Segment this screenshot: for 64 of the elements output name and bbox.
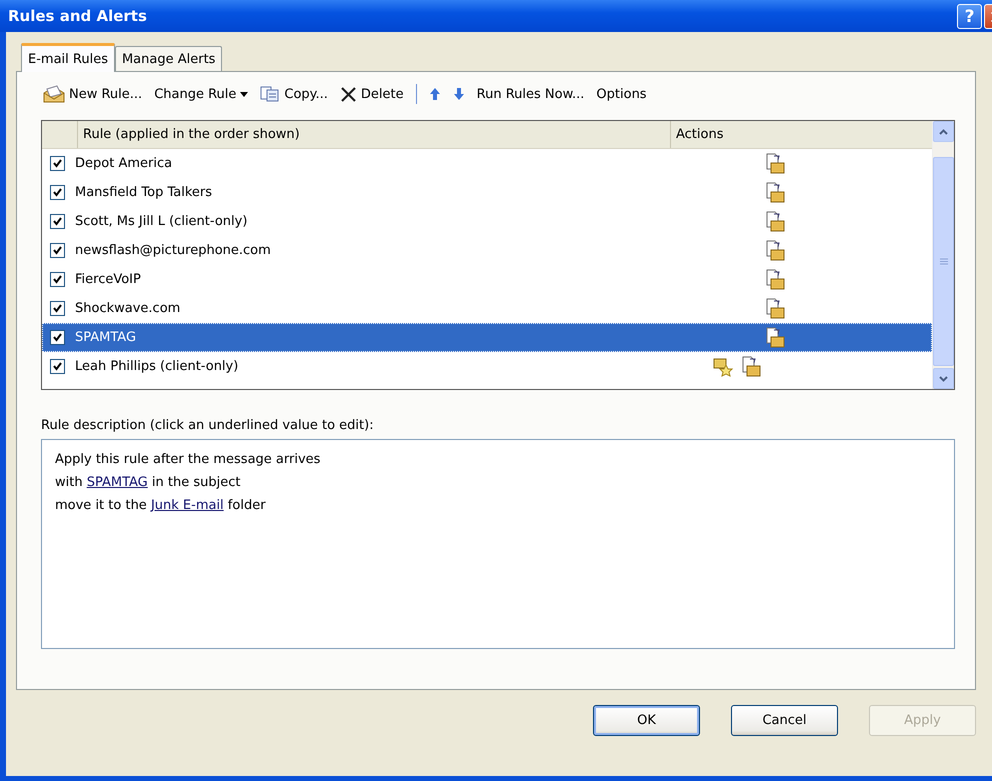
scroll-down-icon [939,376,948,382]
checkbox[interactable] [50,330,65,345]
envelope-icon [43,85,65,103]
checkbox[interactable] [50,156,65,171]
rule-row[interactable]: Scott, Ms Jill L (client-only) [42,207,932,236]
rule-row[interactable]: SPAMTAG [42,323,932,352]
move-to-folder-icon [765,210,785,232]
grip-icon [940,258,948,265]
toolbar-button[interactable]: Change Rule [154,86,248,102]
link[interactable]: Junk E-mail [150,498,224,513]
toolbar-button[interactable]: Run Rules Now... [476,86,584,102]
move-to-folder-icon [765,298,785,320]
up-arrow-icon [428,87,441,101]
window-title: Rules and Alerts [8,7,147,25]
link[interactable]: SPAMTAG [86,475,148,490]
rule-name: SPAMTAG [75,330,138,345]
move-to-folder-icon [765,152,785,174]
scroll-up-icon [939,128,948,134]
rule-row[interactable]: FierceVoIP [42,265,932,294]
rule-name: Leah Phillips (client-only) [75,359,240,374]
move-to-folder-icon [765,268,785,290]
description-line: move it to the Junk E-mail folder [55,497,267,515]
description-line: with SPAMTAG in the subject [55,474,242,492]
rule-row[interactable]: Mansfield Top Talkers [42,178,932,207]
checkbox[interactable] [50,359,65,374]
copy-icon [260,86,280,102]
checkbox[interactable] [50,214,65,229]
dialog-button[interactable]: OK [593,705,700,736]
checkbox[interactable] [50,243,65,258]
down-arrow-icon [452,87,465,101]
move-to-folder-icon [765,326,785,348]
move-down-button[interactable] [452,87,465,101]
checkbox[interactable] [50,301,65,316]
checkbox[interactable] [50,185,65,200]
delete-icon [340,86,357,102]
tab[interactable]: Manage Alerts [114,46,222,71]
rule-row[interactable]: Leah Phillips (client-only) [42,352,932,381]
scrollbar[interactable] [932,121,954,389]
description-line: Apply this rule after the message arrives [55,451,322,469]
help-button[interactable]: ? [957,4,982,29]
move-to-folder-icon [741,356,761,378]
rule-name: Shockwave.com [75,301,182,316]
rule-name: Depot America [75,156,174,171]
rule-name: Scott, Ms Jill L (client-only) [75,214,248,229]
toolbar-button[interactable]: Delete [340,86,404,102]
scroll-thumb[interactable] [933,157,954,366]
move-to-folder-icon [765,182,785,204]
column-header[interactable]: Rule (applied in the order shown) [77,121,670,148]
toolbar-button[interactable]: Copy... [260,86,328,102]
rule-name: FierceVoIP [75,272,142,287]
rule-row[interactable]: newsflash@picturephone.com [42,236,932,265]
rule-row[interactable]: Depot America [42,149,932,178]
rule-name: newsflash@picturephone.com [75,243,272,258]
dialog-button[interactable]: Cancel [731,705,838,736]
tab[interactable]: E-mail Rules [21,43,115,72]
rule-row[interactable]: Shockwave.com [42,294,932,323]
move-up-button[interactable] [428,87,441,101]
rule-name: Mansfield Top Talkers [75,185,213,200]
caret-icon [240,92,248,96]
toolbar-button[interactable]: New Rule... [43,85,142,103]
description-label: Rule description (click an underlined value to edit): [41,418,375,433]
move-to-folder-icon [765,240,785,262]
toolbar-button[interactable]: Options [596,86,647,102]
checkbox[interactable] [50,272,65,287]
